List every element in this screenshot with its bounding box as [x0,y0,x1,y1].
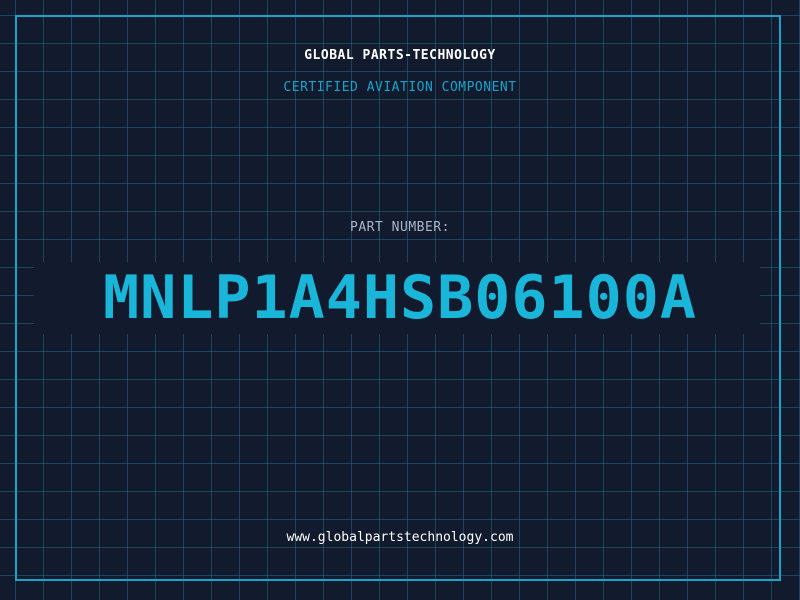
brand-name: GLOBAL PARTS-TECHNOLOGY [304,48,496,63]
part-number-value: MNLP1A4HSB06100A [103,263,697,333]
website-url: www.globalpartstechnology.com [286,530,514,545]
part-number-label: PART NUMBER: [350,220,450,235]
subtitle: CERTIFIED AVIATION COMPONENT [283,80,517,95]
